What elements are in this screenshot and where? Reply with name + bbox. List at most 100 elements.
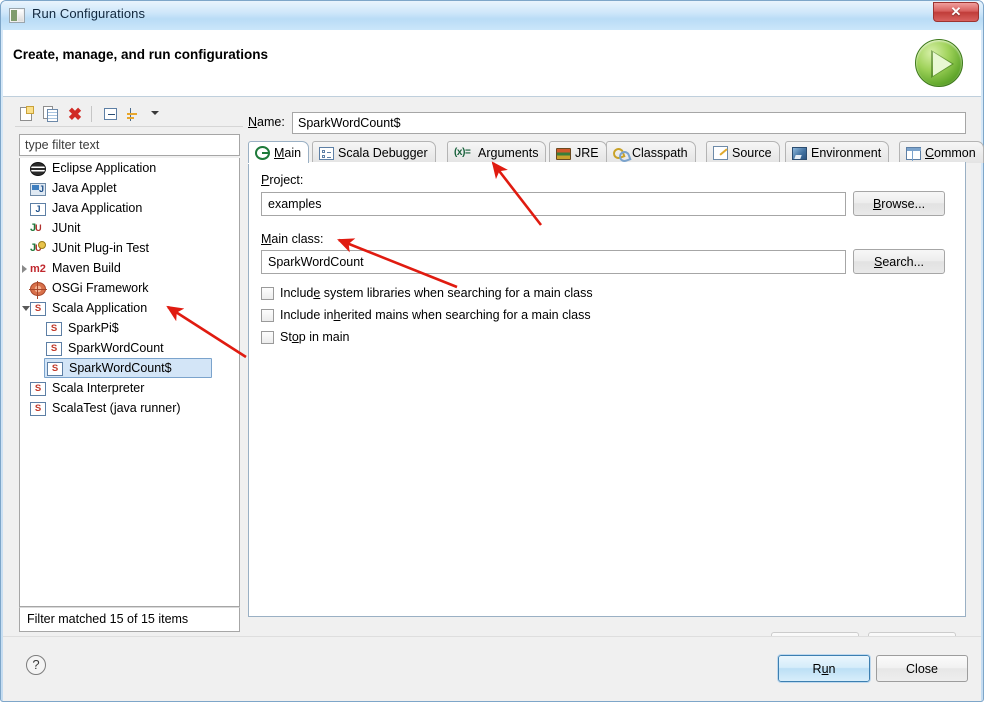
- tab-common[interactable]: Common: [899, 141, 984, 163]
- include-inherited-mains-checkbox-row[interactable]: Include inherited mains when searching f…: [261, 308, 591, 322]
- tree-item-java-applet[interactable]: J Java Applet: [20, 178, 239, 198]
- new-configuration-button[interactable]: [17, 104, 37, 124]
- include-inherited-mains-checkbox[interactable]: [261, 308, 274, 322]
- tab-label-mnemonic: M: [274, 145, 285, 160]
- tree-item-label: SparkWordCount$: [69, 361, 172, 375]
- scala-icon: S: [46, 341, 62, 356]
- source-icon: [713, 145, 728, 160]
- tab-label-rest: ommon: [934, 145, 976, 160]
- tree-item-sparkwordcount[interactable]: S SparkWordCount$: [44, 358, 212, 378]
- filter-sort-icon: [127, 107, 143, 122]
- twisty-expanded-icon[interactable]: [22, 306, 30, 311]
- run-button[interactable]: Run: [777, 654, 871, 683]
- tab-arguments[interactable]: (x)= Arguments: [447, 141, 547, 163]
- help-icon[interactable]: ?: [26, 655, 46, 675]
- tab-classpath[interactable]: Classpath: [606, 141, 696, 163]
- tree-item-label: Maven Build: [52, 261, 121, 275]
- run-play-icon: [915, 39, 963, 87]
- duplicate-configuration-button[interactable]: [41, 104, 61, 124]
- browse-button[interactable]: Browse...: [853, 191, 945, 216]
- include-system-libraries-checkbox[interactable]: [261, 286, 274, 300]
- name-label-mnemonic: N: [248, 115, 258, 129]
- tree-item-label: Scala Interpreter: [52, 381, 145, 395]
- include-inherited-mains-label: Include inherited mains when searching f…: [280, 308, 591, 322]
- filter-status-text: Filter matched 15 of 15 items: [19, 607, 240, 632]
- close-button[interactable]: Close: [876, 655, 968, 682]
- tab-main[interactable]: Main: [248, 141, 310, 163]
- search-button[interactable]: Search...: [853, 249, 945, 274]
- search-rest: earch...: [882, 254, 925, 269]
- tree-item-label: OSGi Framework: [52, 281, 149, 295]
- scala-icon: S: [46, 321, 62, 336]
- collapse-all-icon: [104, 108, 117, 120]
- include-system-libraries-label: Include system libraries when searching …: [280, 286, 593, 300]
- run-config-icon: [9, 8, 25, 23]
- stop-in-main-label: Stop in main: [280, 330, 350, 344]
- tree-item-scala-application[interactable]: S Scala Application: [20, 298, 239, 318]
- tree-item-sparkwordcount[interactable]: S SparkWordCount: [20, 338, 239, 358]
- window-title-bar: Run Configurations ✕: [1, 1, 983, 30]
- configurations-toolbar: ✖: [15, 101, 243, 127]
- include-system-libraries-checkbox-row[interactable]: Include system libraries when searching …: [261, 286, 593, 300]
- filter-input[interactable]: [19, 134, 240, 156]
- name-label: Name:: [248, 115, 285, 129]
- run-configurations-window: Run Configurations ✕ Create, manage, and…: [0, 0, 984, 702]
- stop-in-main-checkbox-row[interactable]: Stop in main: [261, 330, 350, 344]
- tree-item-label: Java Applet: [52, 181, 117, 195]
- tab-source[interactable]: Source: [706, 141, 780, 163]
- tree-item-java-application[interactable]: J Java Application: [20, 198, 239, 218]
- main-tab-icon: [255, 145, 270, 160]
- tab-label: Source: [732, 146, 772, 160]
- scala-icon: S: [30, 381, 46, 396]
- project-label-rest: roject:: [269, 173, 304, 187]
- tree-item-junit-plug-in-test[interactable]: JU JUnit Plug-in Test: [20, 238, 239, 258]
- tab-scala-debugger[interactable]: Scala Debugger: [312, 141, 436, 163]
- maven-m2-icon: m2: [30, 262, 46, 275]
- scala-debugger-icon: [319, 146, 334, 160]
- tab-label-mnemonic: C: [925, 145, 935, 160]
- dialog-footer: ? Run Close: [3, 636, 981, 701]
- tab-jre[interactable]: JRE: [549, 141, 607, 163]
- dialog-header: Create, manage, and run configurations: [3, 30, 981, 97]
- tree-item-scalatest-java-runner[interactable]: S ScalaTest (java runner): [20, 398, 239, 418]
- configuration-tabs: Main Scala Debugger (x)= Arguments JRE Classp…: [248, 141, 984, 163]
- filter-configurations-button[interactable]: [125, 104, 145, 124]
- stop-in-main-checkbox[interactable]: [261, 330, 274, 344]
- name-label-rest: ame:: [257, 115, 285, 129]
- tab-label: Common: [925, 146, 976, 160]
- tree-item-label: SparkPi$: [68, 321, 119, 335]
- window-title: Run Configurations: [32, 6, 146, 21]
- classpath-icon: [613, 146, 628, 160]
- tree-item-osgi-framework[interactable]: OSGi Framework: [20, 278, 239, 299]
- tree-item-label: Scala Application: [52, 301, 148, 315]
- chevron-down-icon[interactable]: [151, 111, 159, 115]
- tree-item-eclipse-application[interactable]: Eclipse Application: [20, 158, 239, 178]
- twisty-collapsed-icon[interactable]: [22, 265, 27, 273]
- toolbar-separator: [91, 106, 92, 122]
- main-class-label: Main class:: [261, 232, 324, 246]
- configurations-tree[interactable]: Eclipse Application J Java Applet J Java App…: [19, 158, 240, 607]
- project-input[interactable]: [261, 192, 846, 216]
- tree-item-maven-build[interactable]: m2 Maven Build: [20, 258, 239, 278]
- tab-label-rest: Classpath: [632, 145, 688, 160]
- java-applet-icon: J: [30, 182, 46, 196]
- main-class-input[interactable]: [261, 250, 846, 274]
- duplicate-icon-overlay: [47, 109, 58, 122]
- tree-item-label: SparkWordCount: [68, 341, 164, 355]
- delete-configuration-button[interactable]: ✖: [65, 104, 85, 124]
- environment-icon: [792, 146, 807, 160]
- tab-label: Arguments: [478, 146, 538, 160]
- main-tab-panel: Project: Browse... Main class: Search...…: [248, 162, 966, 617]
- osgi-icon: [29, 280, 47, 299]
- scala-icon: S: [30, 401, 46, 416]
- tree-item-junit[interactable]: JU JUnit: [20, 218, 239, 238]
- window-close-button[interactable]: ✕: [933, 2, 979, 22]
- tab-label: Scala Debugger: [338, 146, 428, 160]
- project-label: Project:: [261, 173, 303, 187]
- tree-item-sparkpi[interactable]: S SparkPi$: [20, 318, 239, 338]
- name-input[interactable]: [292, 112, 966, 134]
- collapse-all-button[interactable]: [101, 104, 121, 124]
- tree-item-scala-interpreter[interactable]: S Scala Interpreter: [20, 378, 239, 398]
- tab-environment[interactable]: Environment: [785, 141, 890, 163]
- new-document-icon: [20, 106, 34, 121]
